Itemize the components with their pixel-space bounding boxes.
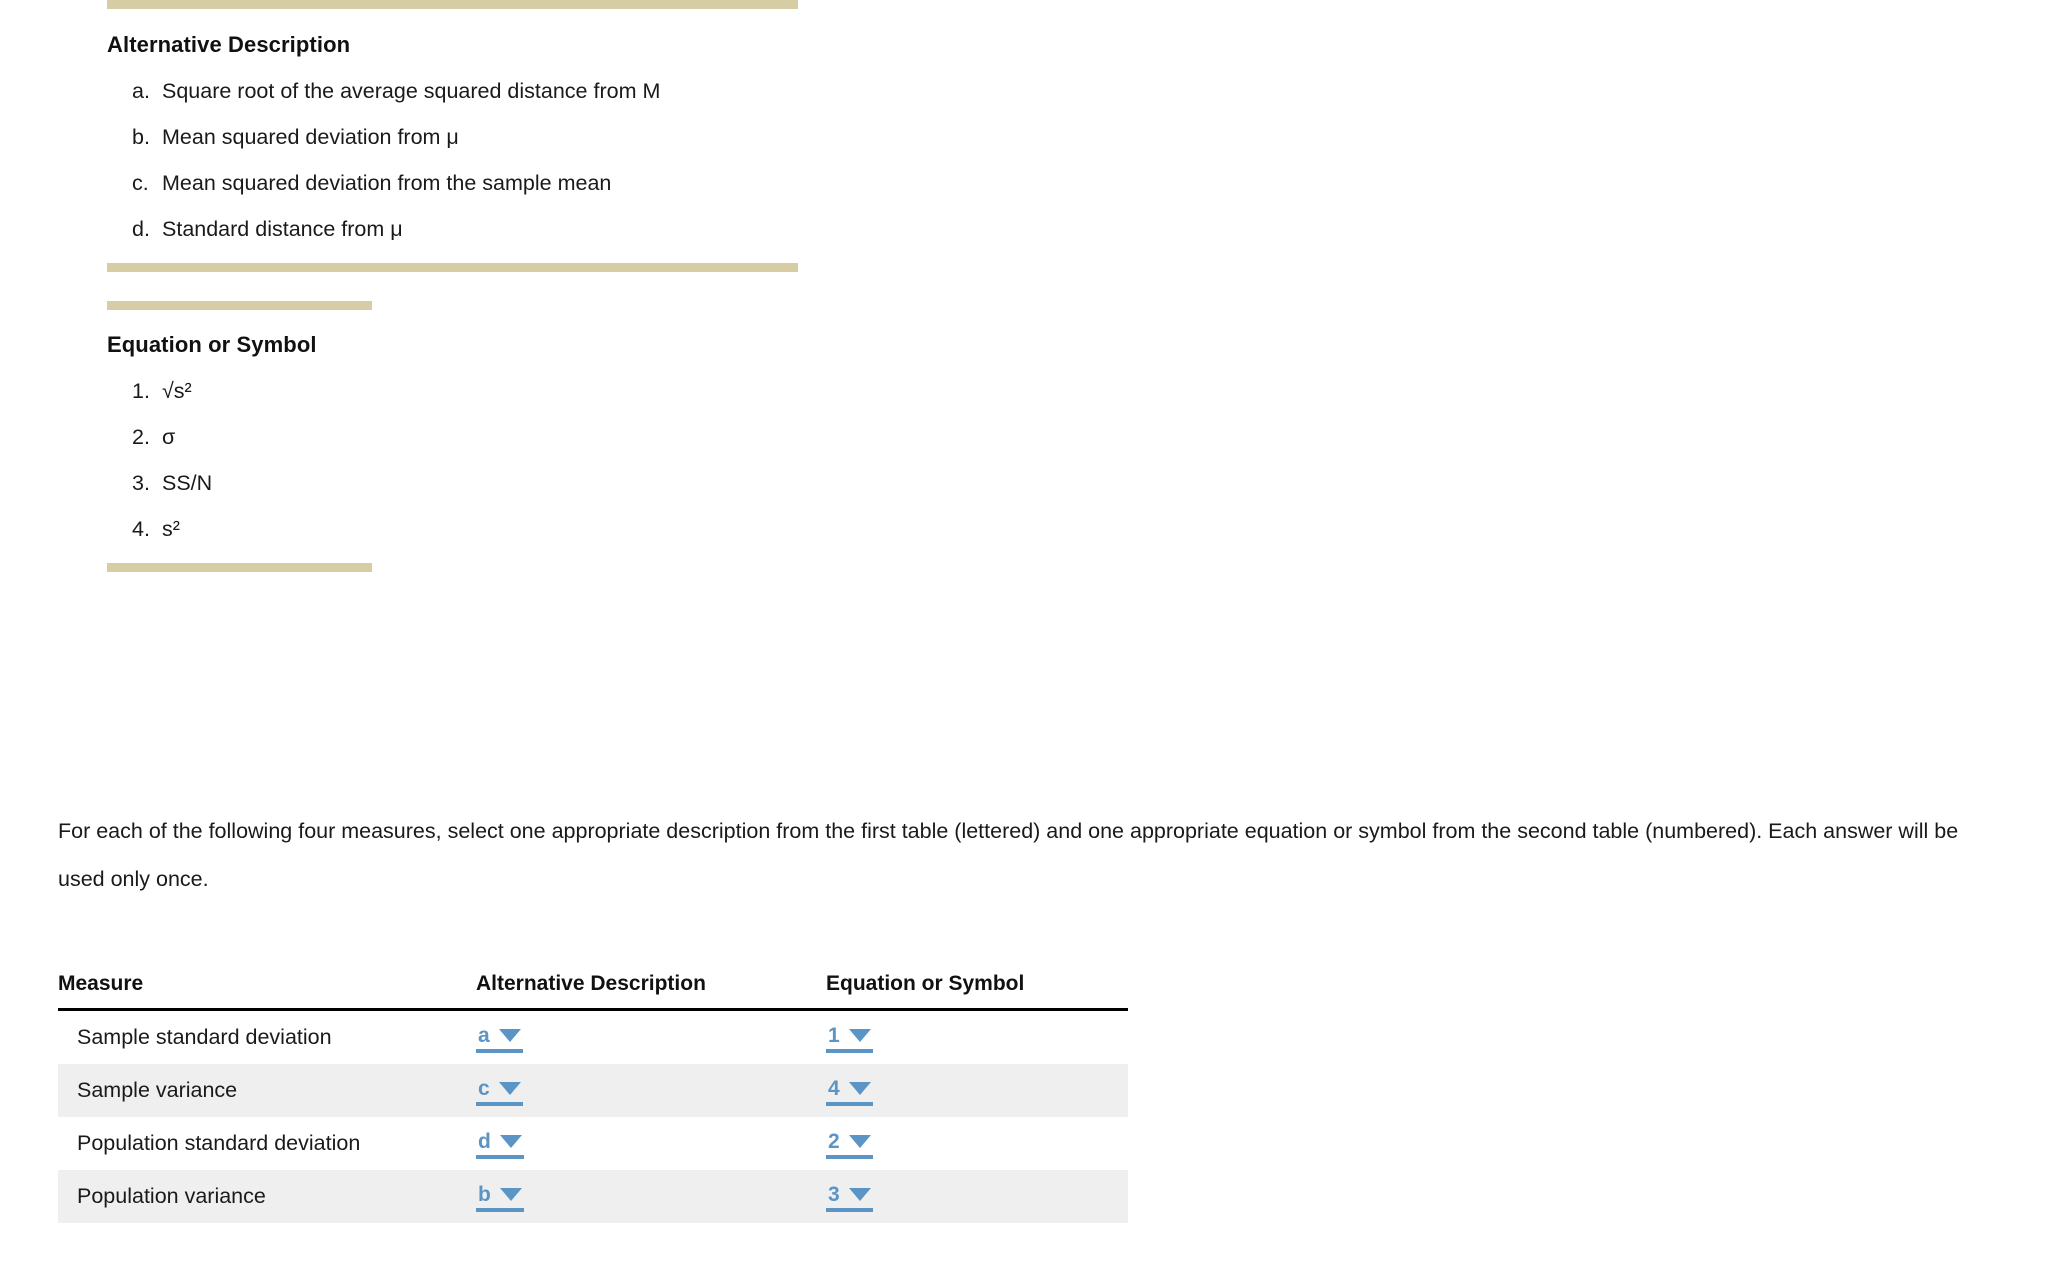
list-item-marker: 2. (132, 425, 150, 449)
measure-label: Population variance (58, 1170, 476, 1223)
description-cell: d (476, 1117, 826, 1170)
description-dropdown-sample-standard-deviation[interactable]: a (476, 1025, 523, 1053)
list-item: a. Square root of the average squared dis… (107, 79, 798, 104)
list-item-marker: 1. (132, 379, 150, 403)
description-dropdown-sample-variance[interactable]: c (476, 1078, 523, 1106)
description-cell: a (476, 1010, 826, 1065)
reference-table-equation-or-symbol: Equation or Symbol 1. √s² 2. σ 3. SS/N 4. s² (107, 301, 372, 572)
reference-table-alternative-description: Alternative Description a. Square root of… (107, 0, 798, 272)
list-item-text: √s² (162, 379, 192, 403)
description-cell: b (476, 1170, 826, 1223)
list-item: 4. s² (107, 517, 372, 542)
measure-label: Sample variance (58, 1064, 476, 1117)
chevron-down-icon (848, 1028, 871, 1042)
dropdown-value: 2 (828, 1129, 840, 1153)
equation-dropdown-sample-standard-deviation[interactable]: 1 (826, 1025, 873, 1053)
worksheet-page: Alternative Description a. Square root of… (0, 0, 2046, 1262)
chevron-down-icon (848, 1081, 871, 1095)
list-item-marker: 3. (132, 471, 150, 495)
column-header-alternative-description: Alternative Description (476, 972, 826, 1011)
bottom-rule (107, 563, 372, 572)
list-item-marker: a. (132, 79, 150, 103)
chevron-down-icon (848, 1187, 871, 1201)
dropdown-value: b (478, 1182, 491, 1206)
equation-cell: 2 (826, 1117, 1128, 1170)
dropdown-value: 4 (828, 1076, 840, 1100)
reference-table-title: Alternative Description (107, 32, 351, 57)
dropdown-value: d (478, 1129, 491, 1153)
table-row: Sample standard deviation a 1 (58, 1010, 1128, 1065)
measure-label: Population standard deviation (77, 1131, 361, 1155)
equation-cell: 1 (826, 1010, 1128, 1065)
column-header-measure: Measure (58, 972, 476, 1011)
measure-label: Sample standard deviation (77, 1025, 332, 1049)
chevron-down-icon (499, 1187, 522, 1201)
list-item-marker: d. (132, 217, 150, 241)
equation-dropdown-population-standard-deviation[interactable]: 2 (826, 1131, 873, 1159)
list-item: c. Mean squared deviation from the sample… (107, 171, 798, 196)
list-item: 2. σ (107, 425, 372, 450)
list-item: 1. √s² (107, 379, 372, 404)
table-row: Population standard deviation d 2 (58, 1117, 1128, 1170)
equation-cell: 4 (826, 1064, 1128, 1117)
answer-table: Measure Alternative Description Equation… (58, 972, 1128, 1223)
list-item-text: s² (162, 517, 180, 541)
instructions-paragraph: For each of the following four measures,… (58, 818, 1959, 891)
table-row: Population variance b 3 (58, 1170, 1128, 1223)
list-item: 3. SS/N (107, 471, 372, 496)
chevron-down-icon (499, 1134, 522, 1148)
list-item: b. Mean squared deviation from μ (107, 125, 798, 150)
top-rule (107, 0, 798, 9)
list-item-text: Mean squared deviation from the sample m… (162, 171, 612, 195)
description-dropdown-population-variance[interactable]: b (476, 1184, 524, 1212)
top-rule (107, 301, 372, 310)
reference-list: a. Square root of the average squared dis… (107, 79, 798, 242)
list-item: d. Standard distance from μ (107, 217, 798, 242)
dropdown-value: 3 (828, 1182, 840, 1206)
equation-dropdown-population-variance[interactable]: 3 (826, 1184, 873, 1212)
reference-list: 1. √s² 2. σ 3. SS/N 4. s² (107, 379, 372, 542)
list-item-marker: 4. (132, 517, 150, 541)
list-item-text: σ (162, 425, 176, 449)
chevron-down-icon (848, 1134, 871, 1148)
list-item-text: Standard distance from μ (162, 217, 403, 241)
bottom-rule (107, 263, 798, 272)
list-item-text: Mean squared deviation from μ (162, 125, 459, 149)
equation-cell: 3 (826, 1170, 1128, 1223)
dropdown-value: a (478, 1023, 490, 1047)
column-header-equation-or-symbol: Equation or Symbol (826, 972, 1128, 1011)
list-item-text: Square root of the average squared dista… (162, 79, 661, 103)
list-item-marker: c. (132, 171, 149, 195)
chevron-down-icon (498, 1028, 521, 1042)
dropdown-value: 1 (828, 1023, 840, 1047)
chevron-down-icon (498, 1081, 521, 1095)
table-row: Sample variance c 4 (58, 1064, 1128, 1117)
dropdown-value: c (478, 1076, 490, 1100)
description-dropdown-population-standard-deviation[interactable]: d (476, 1131, 524, 1159)
list-item-text: SS/N (162, 471, 213, 495)
list-item-marker: b. (132, 125, 150, 149)
description-cell: c (476, 1064, 826, 1117)
equation-dropdown-sample-variance[interactable]: 4 (826, 1078, 873, 1106)
table-header-row: Measure Alternative Description Equation… (58, 972, 1128, 1011)
reference-table-title: Equation or Symbol (107, 332, 317, 357)
